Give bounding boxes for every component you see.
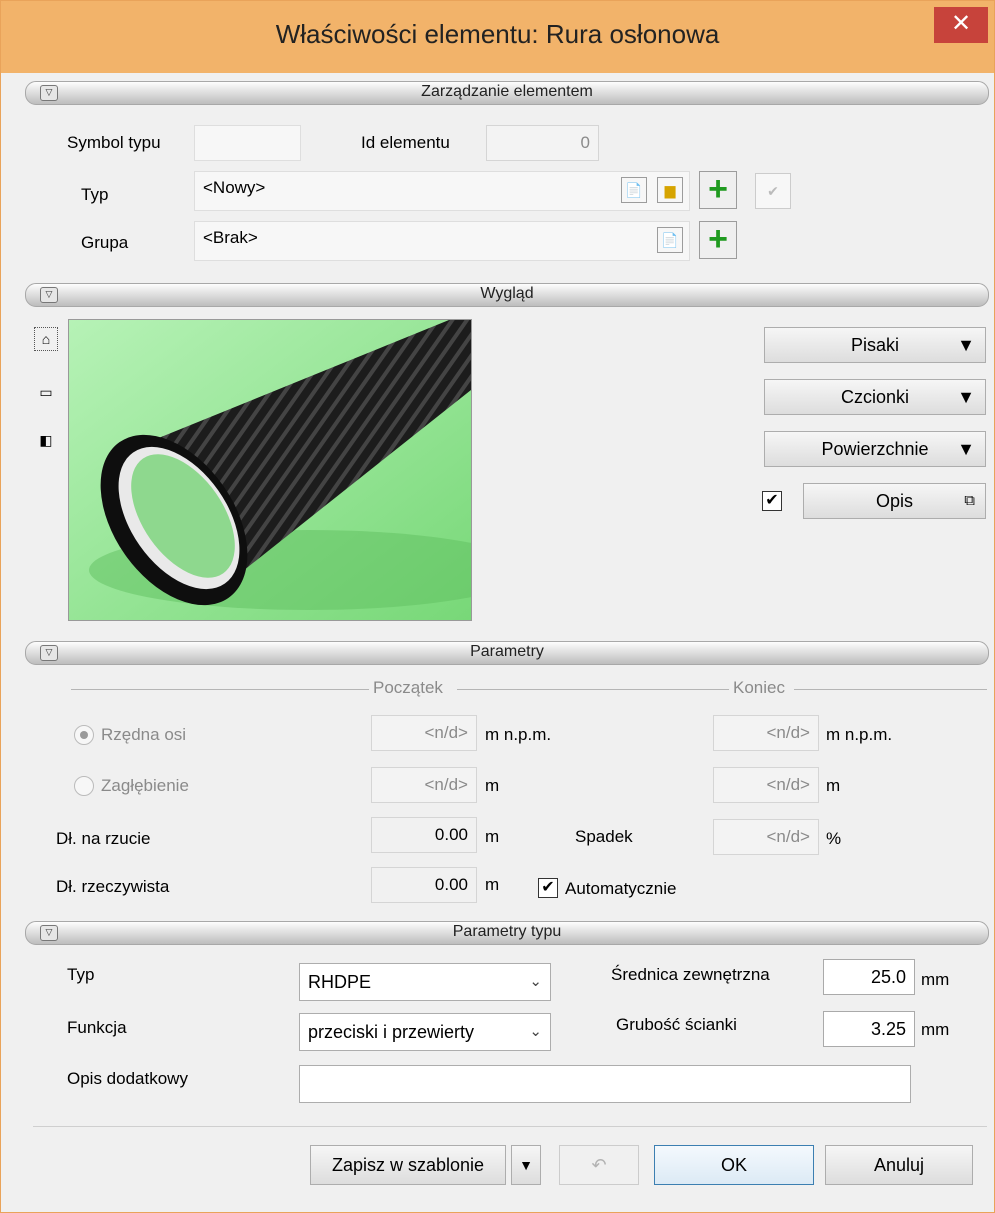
title-bar[interactable]: Właściwości elementu: Rura osłonowa ✕ xyxy=(1,1,994,73)
poczatek-heading: Początek xyxy=(373,678,443,697)
section-title: Parametry xyxy=(470,643,544,660)
grupa-field[interactable]: <Brak> xyxy=(194,221,690,261)
unit-label: m n.p.m. xyxy=(485,725,552,744)
id-elementu-field: 0 xyxy=(486,125,599,161)
typ-rury-value: RHDPE xyxy=(308,972,372,992)
opis-dodatkowy-field[interactable] xyxy=(299,1065,911,1103)
section-header-wyglad[interactable]: ▽ Wygląd xyxy=(25,283,989,307)
typ-rury-label: Typ xyxy=(67,965,95,984)
zapisz-dropdown-button[interactable]: ▼ xyxy=(511,1145,541,1185)
section-title: Parametry typu xyxy=(452,923,562,940)
powierzchnie-dropdown[interactable]: Powierzchnie ▼ xyxy=(764,431,986,467)
typ-value: <Nowy> xyxy=(203,178,266,197)
funkcja-value: przeciski i przewierty xyxy=(308,1022,475,1042)
unit-label: m n.p.m. xyxy=(826,725,893,744)
czcionki-label: Czcionki xyxy=(840,387,910,407)
symbol-typu-field[interactable] xyxy=(194,125,301,161)
add-type-button[interactable]: + xyxy=(699,171,737,209)
unit-label: mm xyxy=(921,970,950,989)
add-group-button[interactable]: + xyxy=(699,221,737,259)
chevron-down-icon: ⌄ xyxy=(529,1023,542,1040)
external-window-icon: ⧉ xyxy=(964,492,975,509)
grubosc-field[interactable]: 3.25 xyxy=(823,1011,915,1047)
database-icon[interactable]: ▆ xyxy=(657,177,683,203)
srednica-label: Średnica zewnętrzna xyxy=(611,965,770,984)
dl-rzeczywista-field: 0.00 xyxy=(371,867,477,903)
rzedna-end-field: <n/d> xyxy=(713,715,819,751)
section-title: Wygląd xyxy=(480,285,534,302)
dl-rzucie-label: Dł. na rzucie xyxy=(56,829,151,848)
opis-button[interactable]: Opis ⧉ xyxy=(803,483,986,519)
typ-rury-select[interactable]: RHDPE ⌄ xyxy=(299,963,551,1001)
zapisz-w-szablonie-button[interactable]: Zapisz w szablonie xyxy=(310,1145,506,1185)
dropdown-arrow-icon: ▼ xyxy=(957,335,975,355)
unit-label: m xyxy=(826,776,841,795)
anuluj-button[interactable]: Anuluj xyxy=(825,1145,973,1185)
powierzchnie-label: Powierzchnie xyxy=(821,439,929,459)
rzedna-radio[interactable] xyxy=(74,725,94,745)
ok-button[interactable]: OK xyxy=(654,1145,814,1185)
unit-label: m xyxy=(485,776,500,795)
id-elementu-label: Id elementu xyxy=(361,133,450,152)
spadek-field: <n/d> xyxy=(713,819,819,855)
properties-dialog: Właściwości elementu: Rura osłonowa ✕ ▽ … xyxy=(0,0,995,1213)
zaglebienie-start-field: <n/d> xyxy=(371,767,477,803)
dl-rzeczywista-label: Dł. rzeczywista xyxy=(56,877,170,896)
document-icon[interactable]: 📄 xyxy=(621,177,647,203)
section-header-parametry-typu[interactable]: ▽ Parametry typu xyxy=(25,921,989,945)
divider xyxy=(457,689,729,690)
section-header-parametry[interactable]: ▽ Parametry xyxy=(25,641,989,665)
koniec-heading: Koniec xyxy=(733,678,785,697)
close-button[interactable]: ✕ xyxy=(934,7,988,43)
undo-icon[interactable]: ↶ xyxy=(559,1145,639,1185)
unit-label: m xyxy=(485,875,500,894)
box-3d-icon[interactable]: ◧ xyxy=(34,429,58,453)
srednica-field[interactable]: 25.0 xyxy=(823,959,915,995)
funkcja-select[interactable]: przeciski i przewierty ⌄ xyxy=(299,1013,551,1051)
divider xyxy=(71,689,369,690)
grupa-value: <Brak> xyxy=(203,228,258,247)
pisaki-dropdown[interactable]: Pisaki ▼ xyxy=(764,327,986,363)
window-title: Właściwości elementu: Rura osłonowa xyxy=(275,19,720,49)
folder-view-icon[interactable]: ▭ xyxy=(34,381,58,405)
unit-label: m xyxy=(485,827,500,846)
document-icon[interactable]: 📄 xyxy=(657,227,683,253)
typ-label: Typ xyxy=(81,185,109,204)
rzedna-start-field: <n/d> xyxy=(371,715,477,751)
chevron-down-icon: ⌄ xyxy=(529,973,542,990)
grubosc-label: Grubość ścianki xyxy=(616,1015,737,1034)
automatycznie-label: Automatycznie xyxy=(565,879,677,898)
corrugated-pipe-icon xyxy=(69,320,471,620)
opis-checkbox[interactable]: ✔ xyxy=(762,491,782,511)
pisaki-label: Pisaki xyxy=(850,335,899,355)
divider xyxy=(794,689,987,690)
camera-view-icon[interactable]: ⌂ xyxy=(34,327,58,351)
section-title: Zarządzanie elementem xyxy=(421,83,593,100)
zaglebienie-end-field: <n/d> xyxy=(713,767,819,803)
divider xyxy=(33,1126,987,1127)
spadek-label: Spadek xyxy=(575,827,633,846)
unit-label: mm xyxy=(921,1020,950,1039)
typ-field[interactable]: <Nowy> xyxy=(194,171,690,211)
section-header-zarzadzanie[interactable]: ▽ Zarządzanie elementem xyxy=(25,81,989,105)
dropdown-arrow-icon: ▼ xyxy=(957,387,975,407)
symbol-typu-label: Symbol typu xyxy=(67,133,161,152)
pipe-preview-image xyxy=(68,319,472,621)
zaglebienie-radio[interactable] xyxy=(74,776,94,796)
funkcja-label: Funkcja xyxy=(67,1018,127,1037)
unit-label: % xyxy=(826,829,842,848)
dropdown-arrow-icon: ▼ xyxy=(957,439,975,459)
confirm-check-icon[interactable]: ✔ xyxy=(755,173,791,209)
czcionki-dropdown[interactable]: Czcionki ▼ xyxy=(764,379,986,415)
opis-label: Opis xyxy=(875,491,913,511)
rzedna-label: Rzędna osi xyxy=(101,725,187,744)
zaglebienie-label: Zagłębienie xyxy=(101,776,189,795)
automatycznie-checkbox[interactable]: ✔ xyxy=(538,878,558,898)
dl-rzucie-field: 0.00 xyxy=(371,817,477,853)
grupa-label: Grupa xyxy=(81,233,129,252)
opis-dodatkowy-label: Opis dodatkowy xyxy=(67,1069,188,1088)
